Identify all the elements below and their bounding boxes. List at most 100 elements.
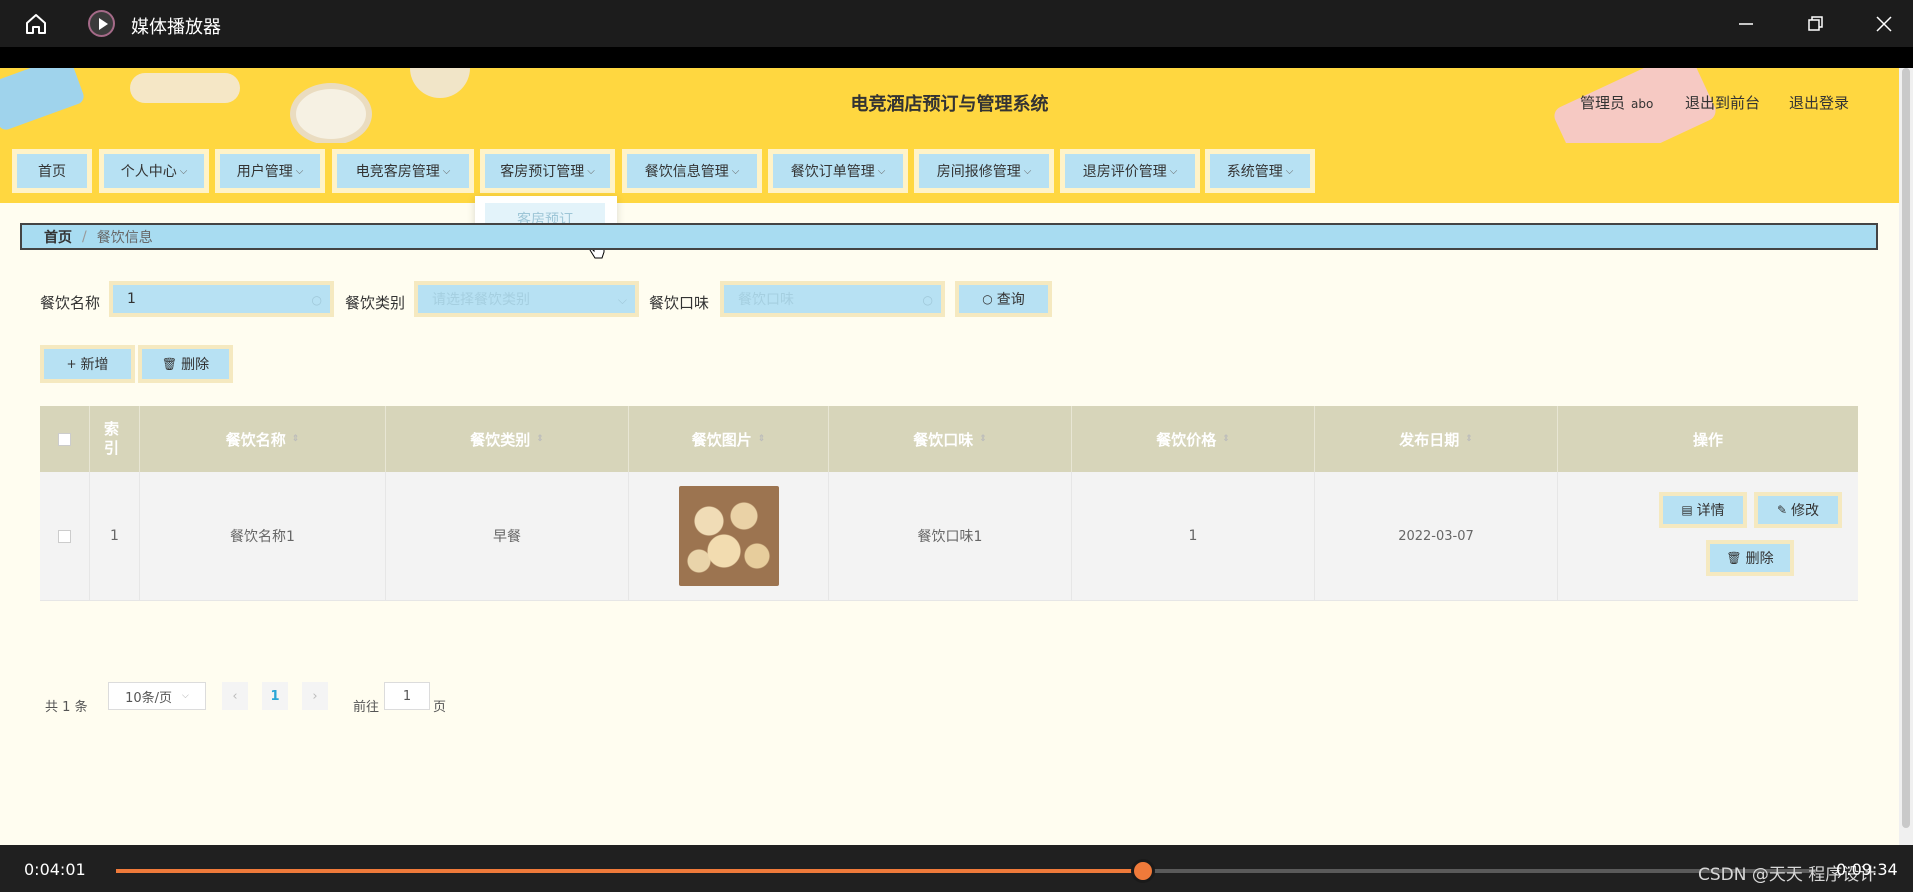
sort-icon: ⇕ [536,434,544,444]
page-suffix: 页 [433,700,447,715]
header-price[interactable]: 餐饮价格 ⇕ [1072,406,1315,472]
elapsed-time: 0:04:01 [24,860,86,879]
nav-item-label: 客房预订管理 [500,164,585,180]
delete-button-label: 删除 [181,357,210,373]
nav-item-user-management[interactable]: 用户管理 ⌵ [215,149,325,193]
close-icon[interactable] [1870,10,1898,38]
nav-item-label: 房间报修管理 [936,164,1021,180]
plus-icon: + [66,357,77,371]
edit-button-label: 修改 [1791,503,1820,519]
chevron-down-icon: ⌵ [1169,165,1178,177]
scrollbar-thumb[interactable] [1902,68,1910,828]
breadcrumb-home[interactable]: 首页 [44,227,72,247]
window-titlebar: 媒体播放器 [0,0,1913,47]
detail-button[interactable]: ▤ 详情 [1659,492,1747,528]
nav-item-room-booking-management[interactable]: 客房预订管理 ⌵ [480,149,615,193]
row-delete-button[interactable]: 🗑 删除 [1706,540,1794,576]
nav-item-checkout-review-management[interactable]: 退房评价管理 ⌵ [1060,149,1200,193]
trash-icon: 🗑 [161,357,178,371]
current-user: 管理员 abo [1580,92,1653,113]
header-name-label: 餐饮名称 [225,430,286,449]
seek-bar-handle[interactable] [1130,859,1155,883]
search-taste-label: 餐饮口味 [649,294,710,312]
app-name: 媒体播放器 [131,17,221,38]
nav-item-repair-management[interactable]: 房间报修管理 ⌵ [914,149,1054,193]
nav-item-label: 餐饮信息管理 [644,164,729,180]
restore-icon[interactable] [1801,10,1829,38]
nav-item-catering-info-management[interactable]: 餐饮信息管理 ⌵ [622,149,762,193]
sort-icon: ⇕ [757,434,766,444]
sort-icon: ⇕ [979,434,987,444]
row-date: 2022-03-07 [1315,472,1558,600]
total-count: 共 1 条 [45,696,88,715]
delete-button[interactable]: 🗑 删除 [138,345,233,383]
next-page-button[interactable]: › [302,682,328,710]
header-name[interactable]: 餐饮名称 ⇕ [140,406,386,472]
breadcrumb-separator: / [82,228,87,245]
nav-item-home[interactable]: 首页 [12,149,92,193]
nav-item-label: 系统管理 [1226,164,1283,180]
header-category-label: 餐饮类别 [470,430,531,449]
back-to-front-link[interactable]: 退出到前台 [1685,92,1760,113]
page-size-select[interactable]: 10条/页 ⌵ [108,682,206,710]
nav-item-system-management[interactable]: 系统管理 ⌵ [1205,149,1315,193]
page-scrollbar[interactable] [1899,68,1913,845]
page-number-current[interactable]: 1 [262,682,288,710]
chevron-down-icon: ⌵ [1023,165,1032,177]
nav-item-label: 退房评价管理 [1082,164,1167,180]
chevron-down-icon: ⌵ [295,165,304,177]
add-button[interactable]: + 新增 [40,345,135,383]
header-category[interactable]: 餐饮类别 ⇕ [386,406,629,472]
header-image[interactable]: 餐饮图片 ⇕ [629,406,829,472]
chevron-right-icon: › [312,688,318,704]
logout-link[interactable]: 退出登录 [1789,92,1849,113]
trash-icon: 🗑 [1726,551,1742,565]
media-player-controls: 0:04:01 CSDN @天天 程序设计 0:09:34 [0,845,1913,892]
header-date[interactable]: 发布日期 ⇕ [1315,406,1558,472]
total-duration: 0:09:34 [1836,860,1898,879]
search-category-placeholder: 请选择餐饮类别 [432,292,530,308]
header-taste[interactable]: 餐饮口味 ⇕ [829,406,1072,472]
add-button-label: 新增 [80,357,109,373]
query-button[interactable]: ○ 查询 [955,281,1052,317]
minimize-icon[interactable] [1732,10,1760,38]
edit-button[interactable]: ✎ 修改 [1754,492,1842,528]
sort-icon: ⇕ [1465,434,1473,444]
document-icon: ▤ [1681,503,1693,517]
chevron-down-icon: ⌵ [182,691,189,701]
row-name: 餐饮名称1 [140,472,386,600]
nav-item-personal-center[interactable]: 个人中心 ⌵ [99,149,209,193]
search-taste-placeholder: 餐饮口味 [738,292,794,308]
nav-item-label: 首页 [38,164,66,180]
food-image[interactable] [678,486,779,586]
header-ops: 操作 [1692,430,1723,449]
goto-page-input[interactable]: 1 [384,682,430,710]
nav-item-label: 电竞客房管理 [355,164,440,180]
nav-item-catering-order-management[interactable]: 餐饮订单管理 ⌵ [768,149,908,193]
home-icon[interactable] [22,10,50,38]
search-category-label: 餐饮类别 [345,294,406,312]
search-category-select[interactable]: 请选择餐饮类别 ⌵ [414,281,639,317]
header-taste-label: 餐饮口味 [913,430,974,449]
chevron-down-icon: ⌵ [1285,165,1294,177]
header-banner: 电竞酒店预订与管理系统 管理员 abo 退出到前台 退出登录 [0,68,1899,143]
seek-bar[interactable] [116,869,1816,873]
web-page: 电竞酒店预订与管理系统 管理员 abo 退出到前台 退出登录 首页 个人中心 ⌵ 用… [0,68,1899,845]
letterbox-bar [0,47,1913,68]
chevron-down-icon: ⌵ [442,165,451,177]
user-name: abo [1631,97,1654,111]
chevron-down-icon: ⌵ [587,165,595,177]
nav-item-room-management[interactable]: 电竞客房管理 ⌵ [332,149,474,193]
row-index: 1 [90,472,140,600]
search-name-input[interactable]: 1 ○ [109,281,334,317]
page-size-value: 10条/页 [125,690,173,706]
media-player-logo-icon [88,10,115,37]
header-index: 索引 [90,406,140,472]
row-checkbox[interactable] [58,529,71,543]
search-taste-input[interactable]: 餐饮口味 ○ [720,281,945,317]
prev-page-button[interactable]: ‹ [222,682,248,710]
search-icon: ○ [311,293,322,307]
row-price: 1 [1072,472,1315,600]
select-all-checkbox[interactable] [58,432,71,446]
chevron-down-icon: ⌵ [617,293,627,307]
